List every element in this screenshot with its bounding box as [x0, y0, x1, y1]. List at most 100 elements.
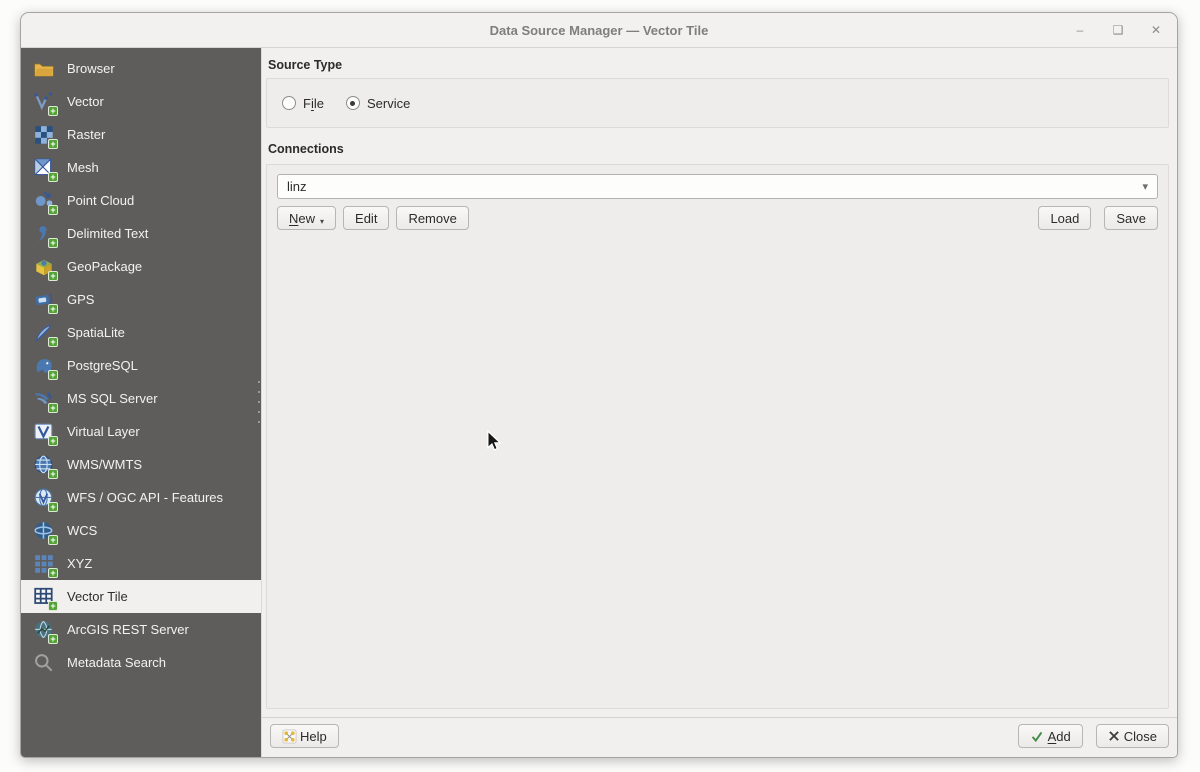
sidebar-item-wcs[interactable]: + WCS — [21, 514, 261, 547]
sidebar-item-label: XYZ — [67, 556, 93, 571]
radio-file-label: File — [303, 95, 324, 111]
geopackage-icon: + — [32, 255, 58, 281]
chevron-down-icon: ▾ — [1142, 181, 1148, 193]
sidebar-item-label: SpatiaLite — [67, 325, 125, 340]
sidebar-item-label: PostgreSQL — [67, 358, 138, 373]
connection-select[interactable]: linz ▾ — [277, 174, 1158, 199]
sidebar-item-metadata-search[interactable]: Metadata Search — [21, 646, 261, 679]
minimize-icon[interactable]: – — [1071, 23, 1089, 37]
check-icon — [1030, 730, 1044, 743]
mesh-layer-icon: + — [32, 156, 58, 182]
plus-badge-icon: + — [48, 369, 58, 380]
sidebar-item-wms-wmts[interactable]: + WMS/WMTS — [21, 448, 261, 481]
plus-badge-icon: + — [48, 468, 58, 479]
sidebar-item-vector[interactable]: + Vector — [21, 85, 261, 118]
close-window-icon[interactable]: ✕ — [1147, 23, 1165, 37]
sidebar-item-label: Vector Tile — [67, 589, 128, 604]
help-icon — [282, 728, 297, 744]
plus-badge-icon: + — [48, 204, 58, 215]
sidebar-item-label: WFS / OGC API - Features — [67, 490, 224, 505]
sidebar-item-raster[interactable]: + Raster — [21, 118, 261, 151]
plus-badge-icon: + — [48, 501, 58, 512]
plus-badge-icon: + — [48, 336, 58, 347]
new-connection-button[interactable]: New ▾ — [277, 206, 337, 230]
xyz-tiles-icon: + — [32, 552, 58, 578]
plus-badge-icon: + — [48, 402, 58, 413]
sidebar-item-virtual-layer[interactable]: + Virtual Layer — [21, 415, 261, 448]
radio-service[interactable]: Service — [345, 95, 411, 111]
sidebar-item-label: Mesh — [67, 160, 99, 175]
sidebar-item-label: Browser — [67, 61, 115, 76]
window-title: Data Source Manager — Vector Tile — [489, 22, 709, 38]
remove-connection-button[interactable]: Remove — [396, 206, 469, 230]
source-type-sidebar: Browser + Vector + Raster + Mesh + Point… — [21, 48, 261, 757]
plus-badge-icon: + — [48, 138, 58, 149]
add-button-label: Add — [1047, 728, 1071, 744]
sidebar-item-vector-tile[interactable]: + Vector Tile — [21, 580, 261, 613]
footer-right-buttons: Add Close — [1017, 724, 1169, 748]
add-button[interactable]: Add — [1017, 724, 1083, 748]
gps-icon: + — [32, 288, 58, 314]
help-button-label: Help — [300, 728, 327, 744]
sidebar-item-label: Raster — [67, 127, 106, 142]
metadata-search-icon — [32, 651, 56, 675]
plus-badge-icon: + — [48, 237, 58, 248]
wcs-globe-icon: + — [32, 519, 58, 545]
sidebar-splitter-handle[interactable] — [257, 381, 261, 423]
sidebar-item-label: Virtual Layer — [67, 424, 140, 439]
close-button[interactable]: Close — [1095, 724, 1169, 748]
raster-layer-icon: + — [32, 123, 58, 149]
edit-connection-button[interactable]: Edit — [343, 206, 390, 230]
vector-tile-form: Source Type File Service Connections lin… — [262, 48, 1177, 717]
sidebar-item-wfs-ogc-api-features[interactable]: + WFS / OGC API - Features — [21, 481, 261, 514]
vector-layer-icon: + — [32, 90, 58, 116]
sidebar-item-label: ArcGIS REST Server — [67, 622, 189, 637]
radio-service-circle[interactable] — [345, 96, 360, 110]
point-cloud-icon: + — [32, 189, 58, 215]
menu-arrow-icon: ▾ — [320, 217, 325, 226]
source-type-heading: Source Type — [268, 58, 343, 72]
help-button[interactable]: Help — [270, 724, 339, 748]
sidebar-item-xyz[interactable]: + XYZ — [21, 547, 261, 580]
maximize-icon[interactable]: ❑ — [1109, 23, 1127, 37]
radio-file[interactable]: File — [282, 96, 324, 111]
plus-badge-icon: + — [48, 600, 58, 611]
sidebar-item-browser[interactable]: Browser — [21, 52, 261, 85]
sidebar-item-mesh[interactable]: + Mesh — [21, 151, 261, 184]
sidebar-item-geopackage[interactable]: + GeoPackage — [21, 250, 261, 283]
connection-buttons-row: New ▾ Edit Remove Load Save — [277, 206, 1158, 230]
sidebar-item-point-cloud[interactable]: + Point Cloud — [21, 184, 261, 217]
titlebar[interactable]: Data Source Manager — Vector Tile – ❑ ✕ — [21, 13, 1177, 48]
sidebar-item-postgresql[interactable]: + PostgreSQL — [21, 349, 261, 382]
connections-group: linz ▾ New ▾ Edit Remove Load Save — [266, 164, 1169, 709]
sidebar-item-spatialite[interactable]: + SpatiaLite — [21, 316, 261, 349]
plus-badge-icon: + — [48, 171, 58, 182]
plus-badge-icon: + — [48, 633, 58, 644]
ms-sql-server-icon: + — [32, 387, 58, 413]
load-connections-button[interactable]: Load — [1038, 206, 1092, 230]
browser-folder-icon — [32, 57, 56, 81]
close-x-icon — [1108, 730, 1120, 742]
postgresql-elephant-icon: + — [32, 354, 58, 380]
sidebar-item-label: Metadata Search — [67, 655, 167, 670]
sidebar-item-label: Delimited Text — [67, 226, 149, 241]
sidebar-item-delimited-text[interactable]: + Delimited Text — [21, 217, 261, 250]
connections-empty-area — [277, 230, 1158, 699]
sidebar-item-ms-sql-server[interactable]: + MS SQL Server — [21, 382, 261, 415]
spatialite-feather-icon: + — [32, 321, 58, 347]
plus-badge-icon: + — [48, 105, 58, 116]
sidebar-item-label: GPS — [67, 292, 95, 307]
sidebar-item-arcgis-rest-server[interactable]: + ArcGIS REST Server — [21, 613, 261, 646]
plus-badge-icon: + — [48, 270, 58, 281]
sidebar-item-gps[interactable]: + GPS — [21, 283, 261, 316]
save-connections-button[interactable]: Save — [1104, 206, 1158, 230]
radio-service-label: Service — [366, 95, 411, 111]
plus-badge-icon: + — [48, 303, 58, 314]
new-button-label: New — [289, 210, 316, 226]
sidebar-item-label: GeoPackage — [67, 259, 143, 274]
sidebar-item-label: MS SQL Server — [67, 391, 158, 406]
connection-select-value: linz — [287, 179, 307, 194]
vector-tile-grid-icon: + — [32, 585, 58, 611]
radio-file-circle[interactable] — [282, 96, 296, 110]
virtual-layer-icon: + — [32, 420, 58, 446]
